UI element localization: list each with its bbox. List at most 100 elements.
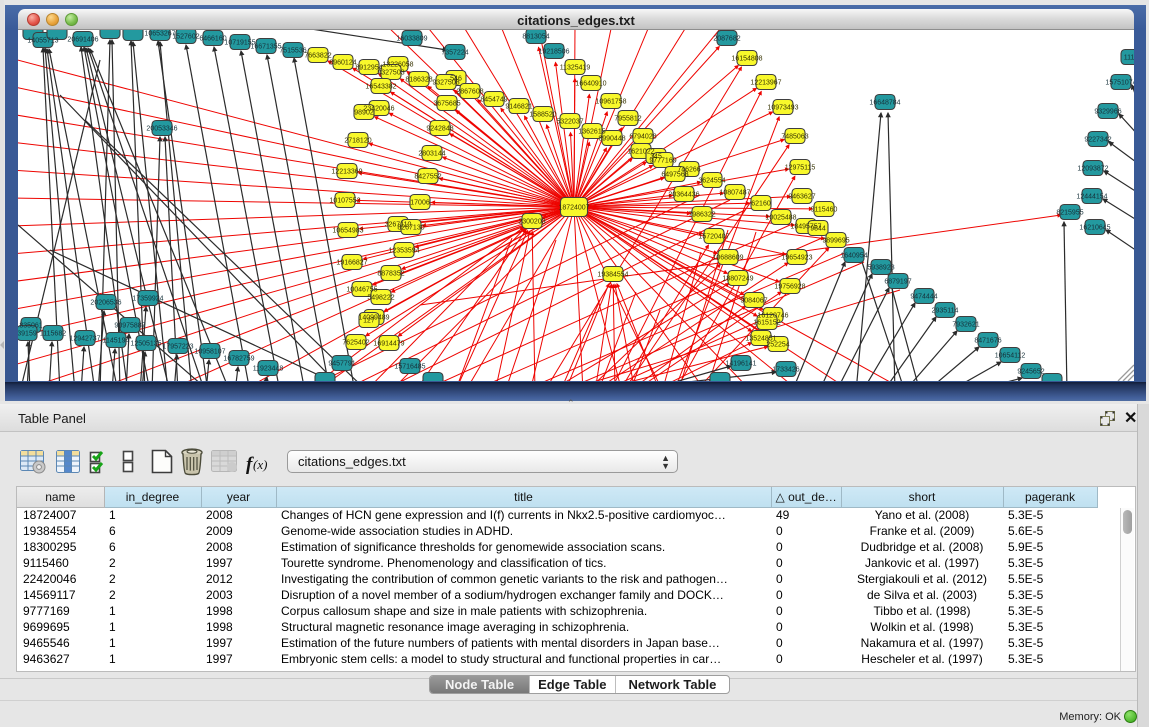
svg-text:(x): (x) (253, 457, 267, 472)
svg-text:15716485: 15716485 (394, 364, 425, 371)
svg-text:12353594: 12353594 (388, 248, 419, 255)
svg-text:16033809: 16033809 (396, 36, 427, 43)
svg-text:1615152: 1615152 (753, 320, 780, 327)
svg-text:98902: 98902 (354, 110, 374, 117)
svg-text:19384554: 19384554 (597, 272, 628, 279)
svg-text:6879197: 6879197 (884, 279, 911, 286)
svg-text:127: 127 (363, 318, 375, 325)
svg-text:9084067: 9084067 (740, 298, 767, 305)
svg-text:1115682: 1115682 (40, 331, 66, 338)
svg-text:7932621: 7932621 (952, 322, 979, 329)
svg-text:7663822: 7663822 (304, 53, 331, 60)
svg-text:18724007: 18724007 (558, 205, 589, 212)
svg-text:1362615: 1362615 (578, 129, 605, 136)
svg-text:9227342: 9227342 (1084, 137, 1111, 144)
svg-text:10654983: 10654983 (332, 228, 363, 235)
svg-text:10653267: 10653267 (144, 31, 175, 38)
svg-text:16671355: 16671355 (250, 44, 281, 51)
svg-text:9463627: 9463627 (788, 194, 815, 201)
svg-text:16154808: 16154808 (731, 56, 762, 63)
svg-text:16914479: 16914479 (373, 341, 404, 348)
svg-text:7955812: 7955812 (614, 116, 641, 123)
svg-text:2300203: 2300203 (518, 219, 545, 226)
svg-text:15751074: 15751074 (1105, 80, 1134, 87)
svg-text:14196141: 14196141 (725, 361, 756, 368)
svg-text:8960124: 8960124 (329, 60, 356, 67)
svg-text:16210645: 16210645 (1079, 225, 1110, 232)
svg-text:1527602: 1527602 (172, 34, 199, 41)
svg-text:20206536: 20206536 (90, 300, 121, 307)
svg-text:5938923: 5938923 (867, 265, 894, 272)
svg-text:5322037: 5322037 (556, 119, 583, 126)
svg-text:9329966: 9329966 (1094, 109, 1121, 116)
svg-text:12093872: 12093872 (1077, 166, 1108, 173)
svg-text:15720407: 15720407 (698, 234, 729, 241)
svg-text:9777169: 9777169 (649, 158, 676, 165)
svg-text:12942737: 12942737 (69, 336, 100, 343)
svg-text:8813054: 8813054 (522, 34, 549, 41)
svg-text:2803144: 2803144 (418, 151, 445, 158)
svg-text:7357224: 7357224 (441, 50, 468, 57)
svg-text:2718120: 2718120 (344, 138, 371, 145)
svg-text:7485063: 7485063 (781, 134, 808, 141)
svg-text:9327508: 9327508 (432, 80, 459, 87)
svg-text:2087682: 2087682 (713, 36, 740, 43)
svg-text:10107552: 10107552 (329, 198, 360, 205)
svg-text:835061: 835061 (19, 323, 42, 330)
svg-text:16543382: 16543382 (365, 84, 396, 91)
svg-text:19218506: 19218506 (538, 49, 569, 56)
svg-text:3624554: 3624554 (698, 178, 725, 185)
svg-text:1145194: 1145194 (103, 338, 130, 345)
svg-text:8454749: 8454749 (480, 97, 507, 104)
svg-text:12444154: 12444154 (1076, 194, 1107, 201)
svg-text:1588520: 1588520 (529, 112, 556, 119)
svg-text:12213967: 12213967 (750, 80, 781, 87)
svg-text:17957223: 17957223 (162, 344, 193, 351)
svg-text:7986322: 7986322 (688, 212, 715, 219)
svg-text:90975887: 90975887 (114, 323, 145, 330)
svg-text:11325419: 11325419 (560, 65, 591, 72)
svg-text:10688609: 10688609 (712, 255, 743, 262)
svg-text:10973493: 10973493 (767, 105, 798, 112)
svg-text:9245652: 9245652 (1017, 369, 1044, 376)
svg-text:10961758: 10961758 (595, 99, 626, 106)
svg-text:7515536: 7515536 (279, 48, 306, 55)
svg-text:39159: 39159 (18, 331, 37, 338)
svg-text:8186328: 8186328 (405, 77, 432, 84)
svg-text:18807249: 18807249 (722, 276, 753, 283)
svg-text:8427552: 8427552 (414, 174, 441, 181)
svg-text:17006: 17006 (410, 200, 430, 207)
svg-text:1733426: 1733426 (772, 367, 799, 374)
svg-text:8990448: 8990448 (598, 136, 625, 143)
svg-text:16782759: 16782759 (223, 356, 254, 363)
svg-text:9844: 9844 (810, 226, 826, 233)
svg-text:8878352: 8878352 (377, 271, 404, 278)
svg-text:2935114: 2935114 (932, 308, 959, 315)
svg-text:10654112: 10654112 (995, 353, 1026, 360)
svg-text:9457791: 9457791 (328, 361, 355, 368)
svg-text:12213369: 12213369 (331, 169, 362, 176)
svg-text:3675685: 3675685 (433, 101, 460, 108)
svg-text:16120746: 16120746 (757, 313, 788, 320)
svg-text:9327503: 9327503 (377, 70, 404, 77)
svg-text:6497568: 6497568 (661, 172, 688, 179)
svg-text:17359924: 17359924 (132, 296, 163, 303)
svg-text:12505135: 12505135 (130, 341, 161, 348)
svg-text:14055713: 14055713 (27, 38, 58, 45)
svg-text:9146821: 9146821 (505, 104, 532, 111)
svg-text:8267130: 8267130 (397, 225, 424, 232)
svg-text:6466160: 6466160 (199, 36, 226, 43)
svg-text:12975115: 12975115 (785, 165, 816, 172)
svg-text:10025488: 10025488 (765, 215, 796, 222)
svg-text:7625402: 7625402 (342, 340, 369, 347)
svg-text:20364436: 20364436 (668, 192, 699, 199)
svg-text:16648784: 16648784 (869, 100, 900, 107)
svg-text:10046755: 10046755 (346, 287, 377, 294)
svg-text:9899695: 9899695 (822, 238, 849, 245)
svg-text:8215955: 8215955 (1056, 210, 1083, 217)
svg-text:10807487: 10807487 (719, 190, 750, 197)
svg-text:11923448: 11923448 (253, 366, 284, 373)
svg-text:10958107: 10958107 (194, 349, 225, 356)
svg-text:5498222: 5498222 (367, 295, 394, 302)
svg-text:20053346: 20053346 (146, 126, 177, 133)
